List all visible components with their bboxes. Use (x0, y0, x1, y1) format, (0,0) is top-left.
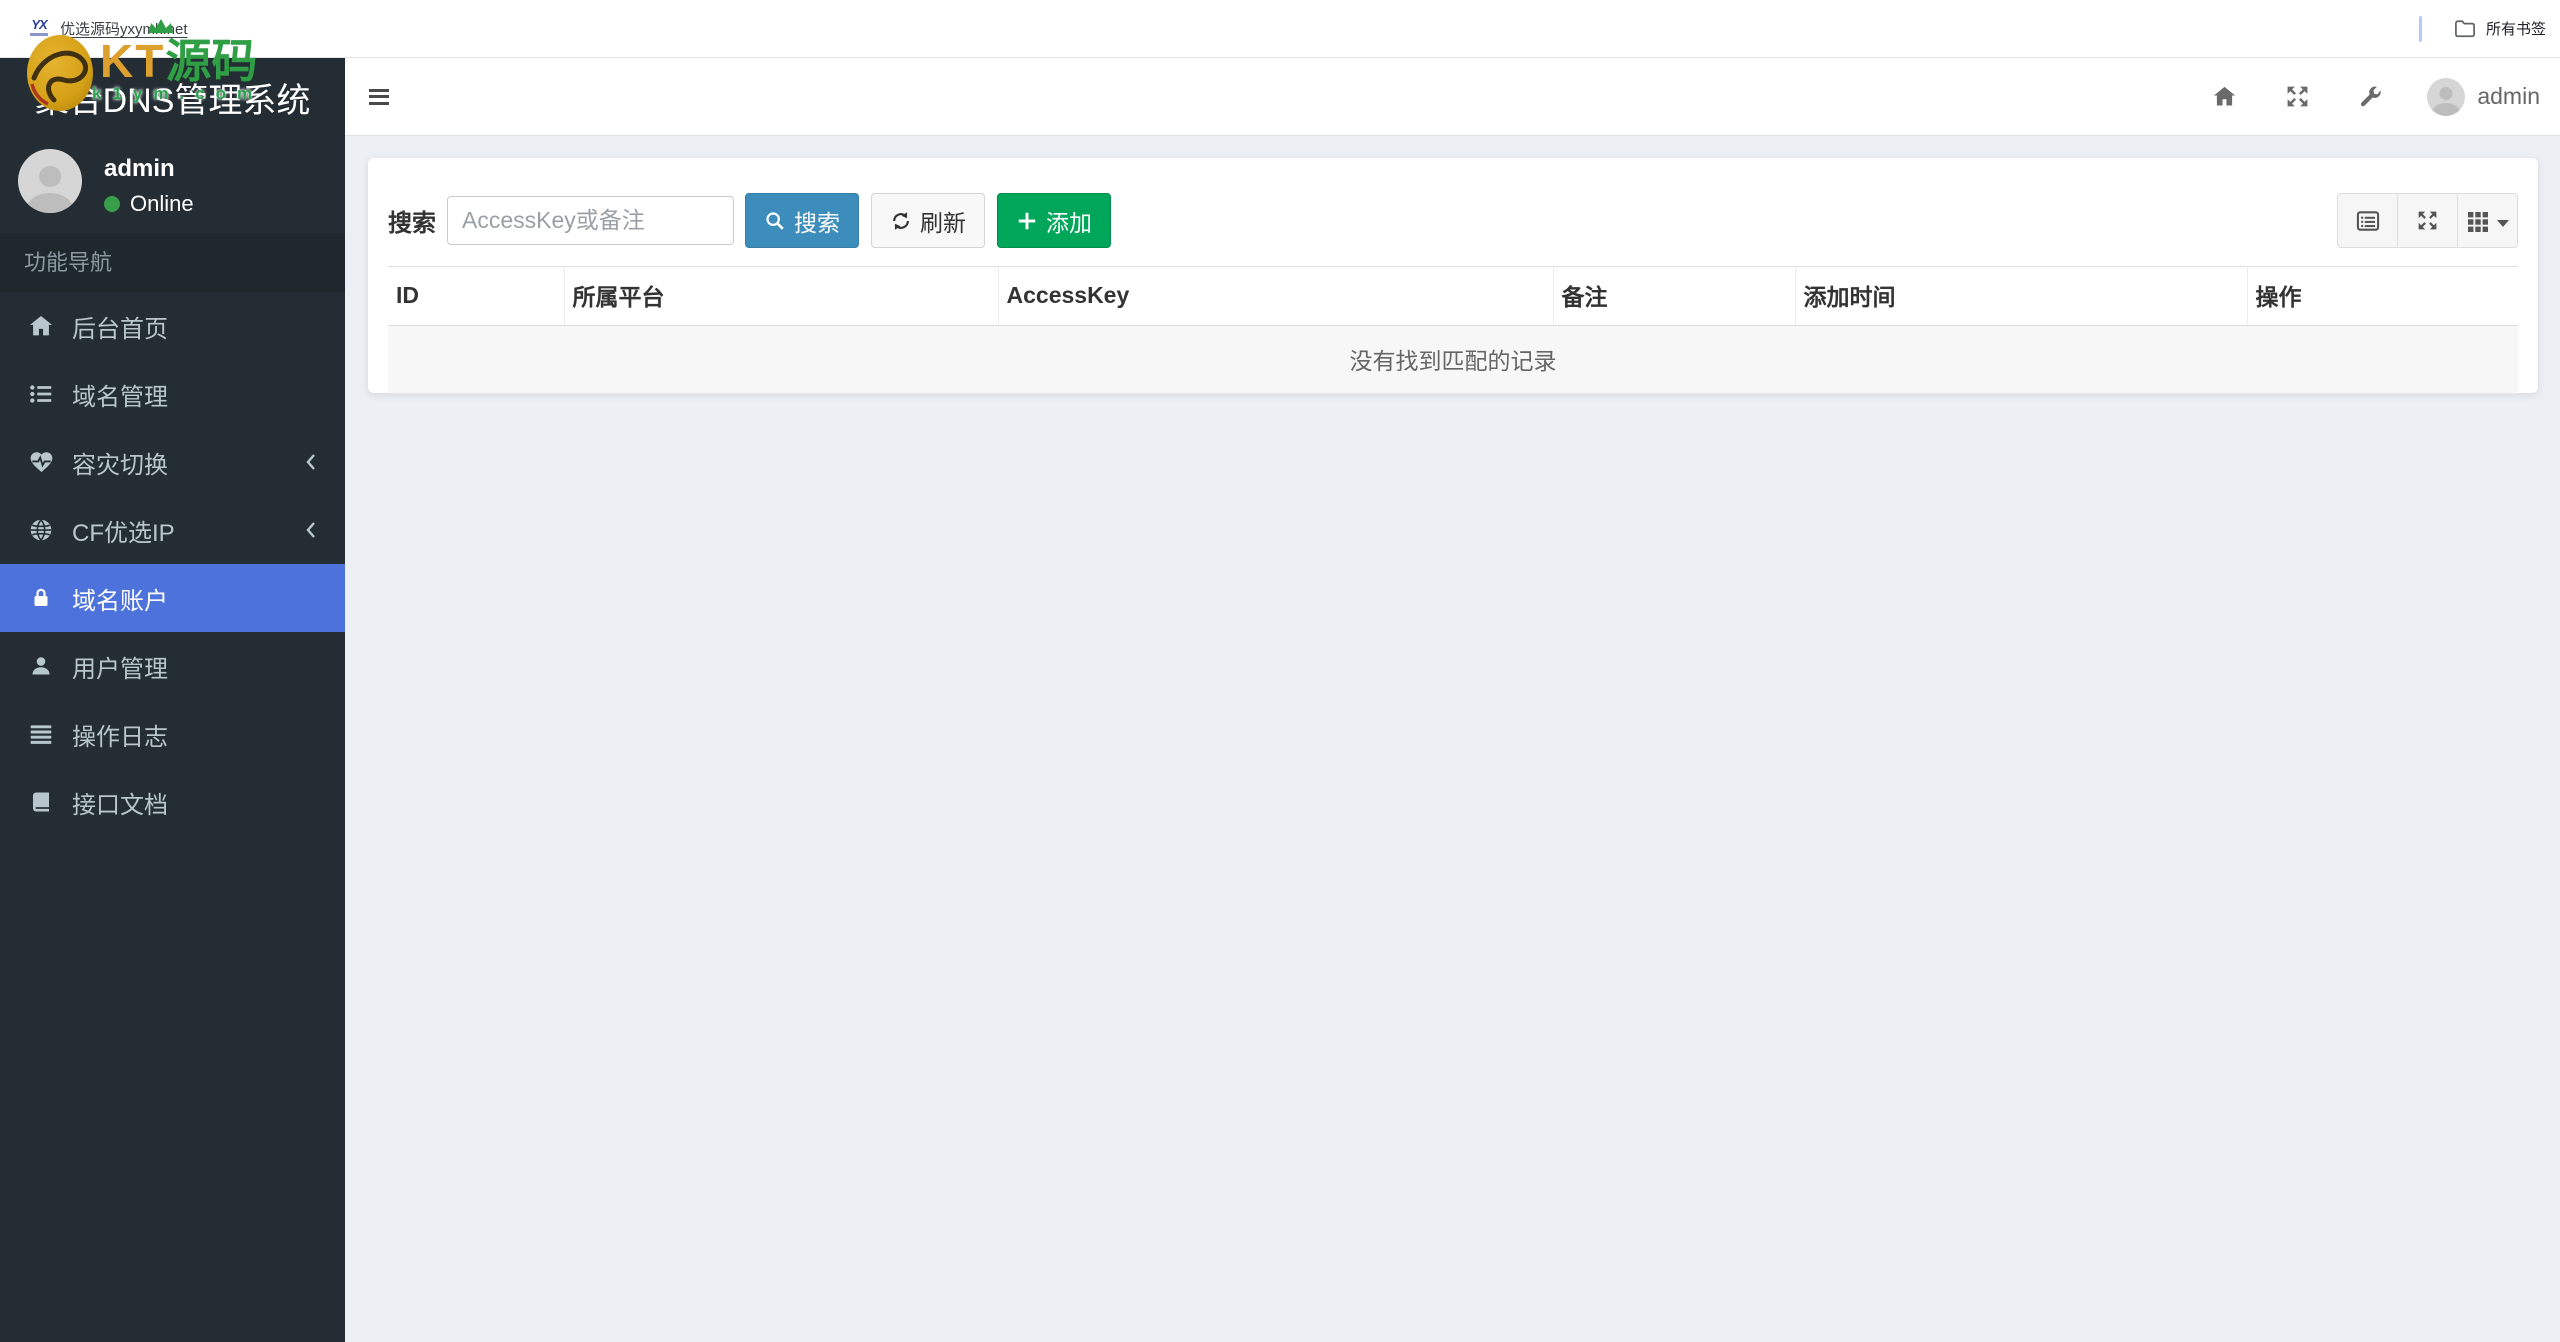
lock-icon (26, 584, 56, 612)
settings-button[interactable] (2334, 58, 2407, 136)
grid-columns-icon (2467, 211, 2488, 232)
list-alt-icon (2356, 210, 2379, 231)
caret-down-icon (2496, 207, 2510, 234)
bookmark-label: 优选源码yxymk.net (60, 21, 188, 38)
refresh-button[interactable]: 刷新 (871, 193, 985, 248)
globe-icon (26, 516, 56, 544)
navbar-user-name: admin (2477, 83, 2540, 109)
site-favicon: YX (28, 18, 50, 40)
column-header-add-time: 添加时间 (1795, 266, 2248, 326)
sidebar-item-dashboard[interactable]: 后台首页 (0, 292, 345, 360)
search-button[interactable]: 搜索 (745, 193, 859, 248)
top-navbar: admin (345, 58, 2560, 136)
add-button[interactable]: 添加 (997, 193, 1111, 248)
plus-icon (1018, 212, 1036, 229)
expand-arrows-icon (2418, 211, 2437, 230)
sidebar-item-user-manage[interactable]: 用户管理 (0, 632, 345, 700)
list-ul-icon (26, 380, 56, 408)
empty-state-message: 没有找到匹配的记录 (388, 325, 2518, 394)
sidebar-section-header: 功能导航 (0, 233, 345, 292)
sidebar-item-failover[interactable]: 容灾切换 (0, 428, 345, 496)
home-button[interactable] (2188, 58, 2261, 136)
all-bookmarks-button[interactable]: 所有书签 (2448, 14, 2552, 43)
user-menu[interactable]: admin (2407, 77, 2540, 116)
fullscreen-button[interactable] (2261, 58, 2334, 136)
expand-arrows-icon (2287, 86, 2308, 107)
sidebar-item-operation-log[interactable]: 操作日志 (0, 700, 345, 768)
all-bookmarks-label: 所有书签 (2485, 21, 2546, 38)
sidebar-item-domain-manage[interactable]: 域名管理 (0, 360, 345, 428)
accounts-card: 搜索 搜索 刷新 (368, 158, 2538, 394)
sidebar-toggle-button[interactable] (369, 85, 391, 108)
heartbeat-icon (26, 448, 56, 476)
sidebar: 聚合DNS管理系统 admin Online 功能导航 后台首页 域名管理 容灾… (0, 58, 345, 1342)
sidebar-item-cf-ip[interactable]: CF优选IP (0, 496, 345, 564)
bookmarks-bar-right: 所有书签 (2418, 14, 2560, 43)
search-input[interactable] (447, 196, 734, 245)
accounts-table: ID 所属平台 AccessKey 备注 添加时间 操作 没有找到匹配的记录 (388, 266, 2518, 394)
table-toolbar: 搜索 搜索 刷新 (388, 193, 2518, 248)
wrench-icon (2361, 86, 2382, 107)
screen: YX 优选源码yxymk.net 所有书签 KT源码 k1ym.com 聚合DN… (0, 0, 2560, 1342)
column-header-platform: 所属平台 (564, 266, 999, 326)
app-title: 聚合DNS管理系统 (34, 81, 311, 120)
column-header-accesskey: AccessKey (998, 266, 1554, 326)
user-icon (26, 652, 56, 680)
user-avatar (18, 149, 82, 213)
table-view-controls (2337, 193, 2518, 248)
bookmarks-separator (2418, 15, 2422, 42)
navbar-user-avatar (2427, 77, 2466, 116)
sidebar-item-domain-accounts[interactable]: 域名账户 (0, 564, 345, 632)
search-icon (766, 211, 784, 230)
navbar-right: admin (2188, 58, 2560, 136)
chevron-left-icon (301, 519, 321, 541)
user-name: admin (104, 155, 175, 182)
refresh-icon (893, 211, 909, 230)
bookmark-item[interactable]: YX 优选源码yxymk.net (28, 18, 188, 40)
table-fullscreen-button[interactable] (2397, 193, 2458, 248)
list-icon (26, 720, 56, 748)
column-header-actions: 操作 (2247, 266, 2518, 326)
brand-header: 聚合DNS管理系统 (0, 58, 345, 136)
user-status: Online (104, 191, 194, 217)
sidebar-item-api-docs[interactable]: 接口文档 (0, 768, 345, 836)
chevron-left-icon (301, 451, 321, 473)
content-area: 搜索 搜索 刷新 (345, 136, 2560, 1342)
book-icon (26, 788, 56, 816)
empty-state-row: 没有找到匹配的记录 (388, 325, 2518, 394)
columns-dropdown-button[interactable] (2457, 193, 2518, 248)
home-icon (26, 312, 56, 340)
home-icon (2214, 86, 2236, 106)
sidebar-user-panel: admin Online (0, 136, 345, 233)
column-header-remark: 备注 (1553, 266, 1796, 326)
browser-bookmarks-bar: YX 优选源码yxymk.net 所有书签 (0, 0, 2560, 58)
column-header-id: ID (388, 266, 565, 326)
online-status-icon (104, 196, 120, 212)
online-status-label: Online (130, 191, 194, 216)
folder-icon (2455, 19, 2475, 37)
table-header-row: ID 所属平台 AccessKey 备注 添加时间 操作 (388, 266, 2518, 326)
toggle-pagination-button[interactable] (2337, 193, 2398, 248)
search-label: 搜索 (388, 210, 436, 237)
